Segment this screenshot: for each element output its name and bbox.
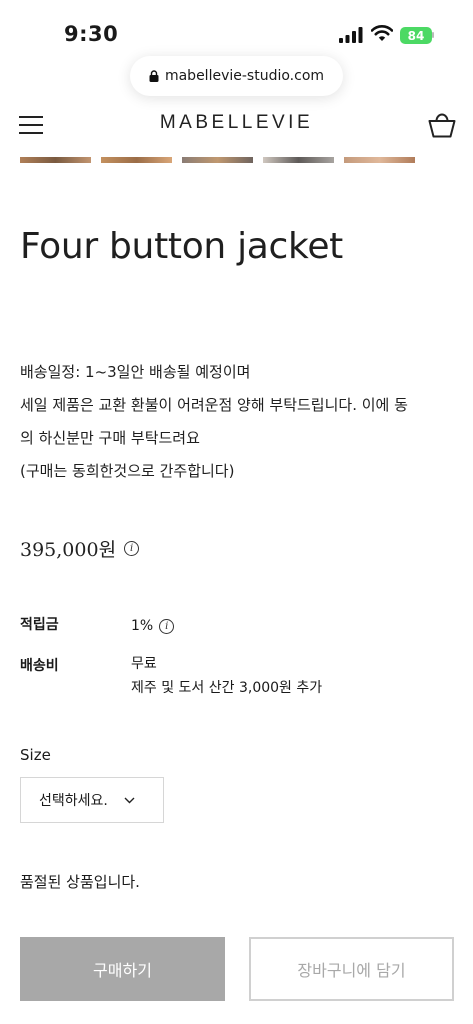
description-line: 세일 제품은 교환 환불이 어려운점 양해 부탁드립니다. 이에 동 [20, 396, 408, 414]
points-value-row: 1% i [131, 614, 175, 638]
description-line: 배송일정: 1~3일안 배송될 예정이며 [20, 363, 251, 381]
lock-icon [149, 70, 159, 82]
shopping-bag-icon[interactable] [427, 110, 457, 140]
site-logo[interactable]: MABELLEVIE [0, 112, 473, 134]
size-selected-value: 선택하세요. [39, 793, 108, 809]
points-label: 적립금 [20, 617, 59, 633]
product-title: Four button jacket [20, 226, 343, 267]
size-label: Size [20, 746, 51, 764]
shipping-values: 무료 제주 및 도서 산간 3,000원 추가 [131, 652, 322, 700]
battery-cap [432, 32, 434, 38]
description-line: (구매는 동희한것으로 간주합니다) [20, 462, 235, 480]
product-thumbnail[interactable] [263, 157, 334, 163]
thumbnail-strip [20, 157, 415, 163]
battery-icon: 84 [400, 27, 432, 44]
size-select[interactable]: 선택하세요. [20, 777, 164, 823]
battery-level: 84 [407, 28, 425, 43]
soldout-message: 품절된 상품입니다. [20, 873, 140, 891]
product-thumbnail[interactable] [344, 157, 415, 163]
shipping-note: 제주 및 도서 산간 3,000원 추가 [131, 680, 323, 696]
description-line: 의 하신분만 구매 부탁드려요 [20, 429, 200, 447]
price-row: 395,000원 i [20, 535, 140, 562]
url-text: mabellevie-studio.com [164, 68, 325, 84]
product-thumbnail[interactable] [101, 157, 172, 163]
shipping-value: 무료 [131, 656, 157, 672]
product-thumbnail[interactable] [182, 157, 253, 163]
url-bar[interactable]: mabellevie-studio.com [130, 56, 343, 96]
points-value: 1% [131, 618, 154, 634]
info-icon[interactable]: i [159, 618, 175, 634]
chevron-down-icon [124, 797, 135, 803]
product-description: 배송일정: 1~3일안 배송될 예정이며 세일 제품은 교환 환불이 어려운점 … [20, 356, 460, 488]
status-time: 9:30 [64, 22, 119, 46]
signal-icon [339, 27, 363, 43]
buy-button[interactable]: 구매하기 [20, 937, 225, 1001]
shipping-label: 배송비 [20, 658, 59, 674]
add-to-cart-button[interactable]: 장바구니에 담기 [249, 937, 454, 1001]
product-price: 395,000원 [20, 539, 117, 561]
product-thumbnail[interactable] [20, 157, 91, 163]
info-icon[interactable]: i [124, 541, 140, 556]
wifi-icon [371, 25, 393, 41]
